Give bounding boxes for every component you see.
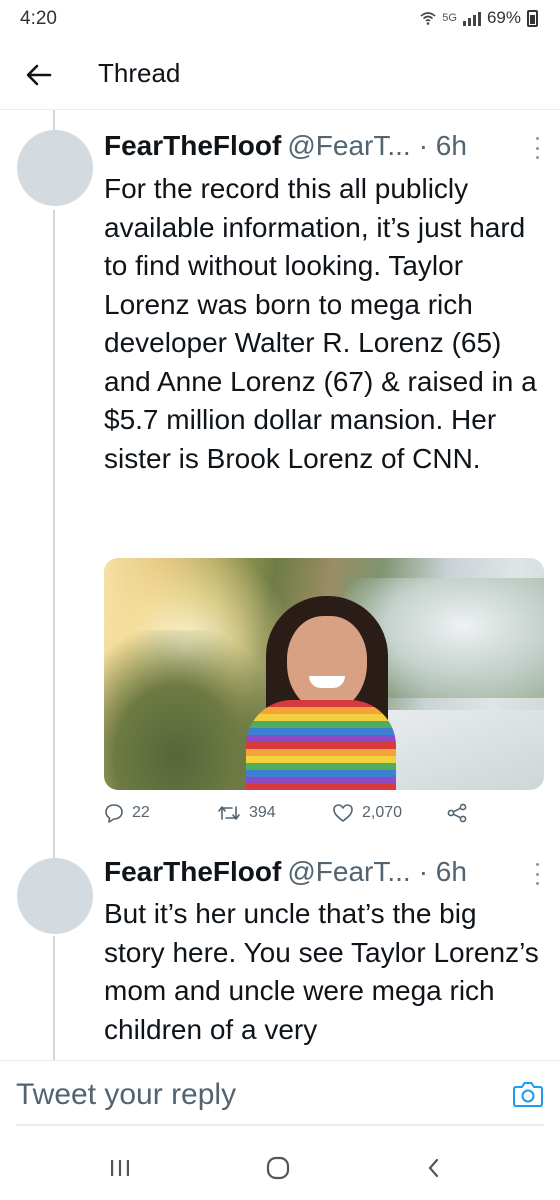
- reply-input[interactable]: [16, 1075, 496, 1115]
- recent-apps-icon: [111, 1160, 129, 1176]
- system-nav-bar: [0, 1128, 560, 1200]
- more-options-icon[interactable]: [534, 863, 540, 885]
- camera-icon[interactable]: [512, 1079, 544, 1109]
- back-button[interactable]: [414, 1148, 454, 1188]
- handle[interactable]: @FearT...: [287, 856, 410, 888]
- tweet-text: But it’s her uncle that’s the big story …: [104, 898, 539, 1045]
- home-icon: [266, 1156, 290, 1180]
- recent-apps-button[interactable]: [100, 1148, 140, 1188]
- home-button[interactable]: [258, 1148, 298, 1188]
- timestamp[interactable]: · 6h: [419, 856, 467, 888]
- tweet-header: FearTheFloof @FearT... · 6h: [104, 856, 467, 888]
- reply-bar: [0, 1060, 560, 1126]
- reply-divider: [16, 1124, 544, 1126]
- avatar[interactable]: [17, 858, 93, 934]
- tweet[interactable]: FearTheFloof @FearT... · 6h But it’s her…: [0, 0, 560, 1060]
- display-name[interactable]: FearTheFloof: [104, 856, 281, 888]
- chevron-left-icon: [428, 1158, 439, 1178]
